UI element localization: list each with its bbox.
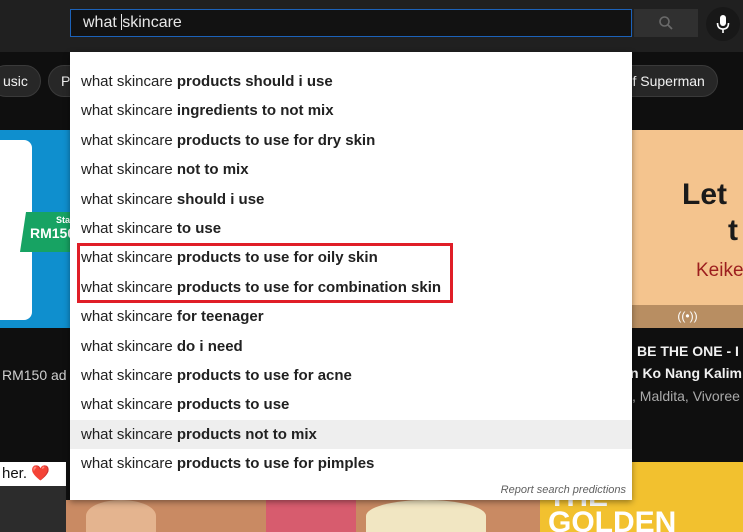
- search-query-after: skincare: [122, 14, 182, 31]
- suggestion-prefix: what skincare: [81, 337, 177, 355]
- suggestion-prefix: what skincare: [81, 190, 177, 208]
- suggestion-item[interactable]: what skincare ingredients to not mix: [70, 96, 632, 125]
- suggestion-completion: should i use: [176, 190, 265, 208]
- suggestion-completion: do i need: [176, 337, 243, 355]
- search-input[interactable]: what skincare: [70, 9, 632, 37]
- suggestion-prefix: what skincare: [81, 73, 177, 90]
- suggestion-completion: not to mix: [176, 161, 249, 179]
- price-badge-top: Sta: [56, 215, 70, 225]
- suggestion-prefix: what skincare: [81, 102, 177, 120]
- voice-search-button[interactable]: [706, 7, 740, 41]
- search-icon: [659, 16, 673, 30]
- microphone-icon: [716, 15, 730, 33]
- suggestion-item[interactable]: what skincare should i use: [70, 185, 632, 214]
- face-graphic-2: [266, 500, 356, 532]
- price-badge: Sta RM150: [20, 212, 70, 252]
- search-button[interactable]: [634, 9, 698, 37]
- suggestion-completion: products to use for dry skin: [176, 131, 376, 149]
- face-graphic-1: [86, 500, 156, 532]
- suggestion-completion: products to use for pimples: [176, 455, 375, 473]
- right-video-thumbnail[interactable]: Let t Keike ((•)): [632, 130, 743, 328]
- suggestion-prefix: what skincare: [81, 131, 177, 149]
- suggestion-prefix: what skincare: [81, 396, 177, 414]
- poster-line-1: Let: [682, 178, 727, 211]
- face-graphic-3: [366, 500, 486, 532]
- suggestion-prefix: what skincare: [81, 455, 177, 473]
- right-video-title-1[interactable]: BE THE ONE - I: [637, 343, 739, 359]
- bottom-left-caption: her. ❤️: [0, 462, 66, 486]
- left-ad-text: RM150 ad (: [2, 367, 76, 383]
- search-query-before: what: [83, 14, 122, 31]
- right-video-channel: , Maldita, Vivoree: [632, 388, 740, 404]
- poster-line-2: t: [728, 214, 738, 247]
- suggestion-completion: ingredients to not mix: [176, 102, 334, 120]
- bottom-left-thumbnail[interactable]: [0, 486, 66, 532]
- live-icon: ((•)): [632, 305, 743, 328]
- suggestion-prefix: what skincare: [81, 219, 177, 237]
- left-video-thumbnail[interactable]: Sta RM150: [0, 130, 70, 328]
- chip-music[interactable]: usic: [0, 65, 41, 97]
- suggestion-item[interactable]: what skincare do i need: [70, 332, 632, 361]
- suggestion-completion: products should i use: [176, 73, 333, 90]
- suggestion-completion: products to use for acne: [176, 366, 352, 384]
- suggestion-prefix: what skincare: [81, 161, 177, 179]
- report-predictions-link[interactable]: Report search predictions: [501, 484, 626, 496]
- suggestion-item[interactable]: what skincare products should i use: [70, 67, 632, 96]
- suggestion-item[interactable]: what skincare not to mix: [70, 155, 632, 184]
- suggestion-item[interactable]: what skincare for teenager: [70, 302, 632, 331]
- suggestion-prefix: what skincare: [81, 308, 177, 326]
- poster-name: Keike: [696, 260, 743, 281]
- suggestion-item[interactable]: what skincare products not to mix: [70, 419, 632, 450]
- suggestion-prefix: what skincare: [81, 425, 177, 443]
- suggestion-item[interactable]: what skincare products to use for dry sk…: [70, 126, 632, 155]
- suggestion-completion: for teenager: [176, 308, 264, 326]
- golden-title-2: GOLDEN: [548, 506, 677, 532]
- suggestion-completion: to use: [176, 219, 222, 237]
- suggestion-item[interactable]: what skincare products to use: [70, 390, 632, 419]
- price-badge-value: RM150: [30, 225, 70, 241]
- suggestion-item[interactable]: what skincare products to use for pimple…: [70, 449, 632, 478]
- highlight-annotation-box: [77, 243, 453, 303]
- right-video-title-2[interactable]: n Ko Nang Kalim: [630, 365, 742, 381]
- suggestion-completion: products not to mix: [176, 425, 317, 443]
- suggestion-item[interactable]: what skincare to use: [70, 214, 632, 243]
- suggestion-item[interactable]: what skincare products to use for acne: [70, 361, 632, 390]
- suggestion-prefix: what skincare: [81, 366, 177, 384]
- masthead: what skincare: [0, 0, 743, 52]
- suggestion-completion: products to use: [176, 396, 290, 414]
